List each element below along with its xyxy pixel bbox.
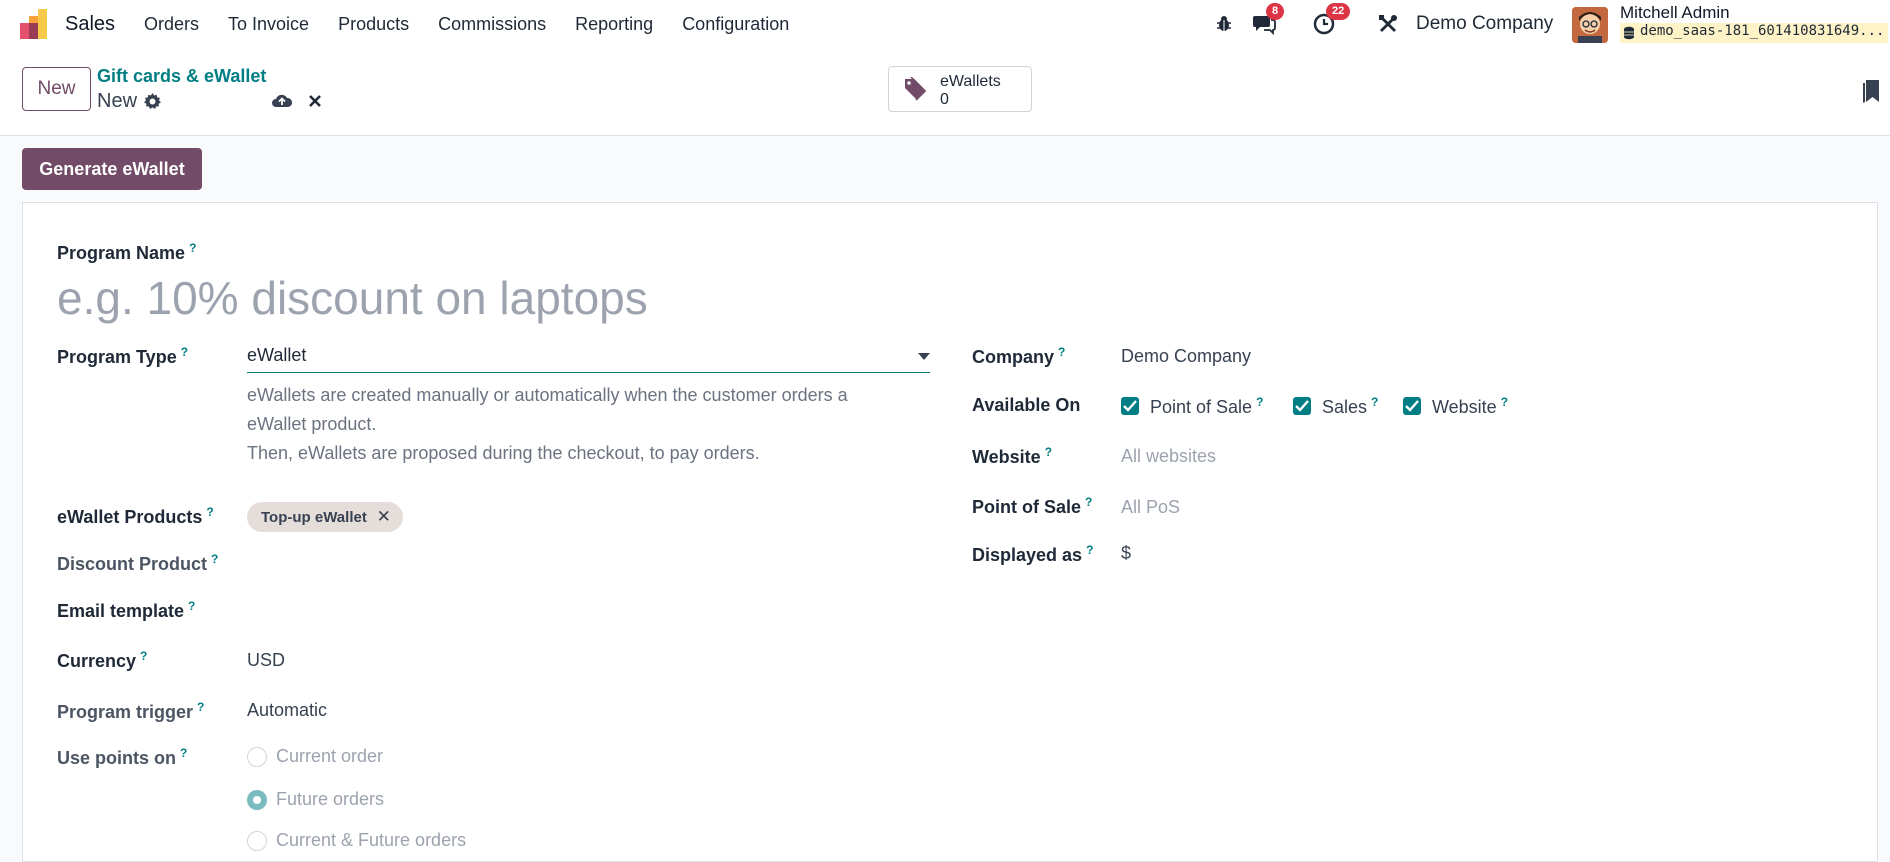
program-type-label: Program Type?: [57, 345, 189, 367]
main-menu: Orders To Invoice Products Commissions R…: [144, 0, 818, 48]
program-type-help-3: Then, eWallets are proposed during the c…: [247, 443, 760, 463]
help-tooltip-icon[interactable]: ?: [188, 599, 195, 613]
radio-current-order-label[interactable]: Current order: [276, 746, 383, 767]
help-tooltip-icon[interactable]: ?: [206, 505, 213, 519]
checkbox-point-of-sale-label[interactable]: Point of Sale?: [1150, 395, 1263, 418]
settings-tools-button[interactable]: [1376, 0, 1400, 48]
ewallet-product-tag[interactable]: Top-up eWallet ✕: [247, 502, 403, 532]
discard-close-icon[interactable]: [308, 94, 322, 108]
ewallet-products-label: eWallet Products?: [57, 505, 214, 527]
help-tooltip-icon[interactable]: ?: [181, 345, 188, 359]
help-tooltip-icon[interactable]: ?: [140, 649, 147, 663]
database-name-text: demo_saas-181_601410831649...: [1640, 23, 1885, 39]
gear-icon[interactable]: [144, 93, 161, 110]
app-name[interactable]: Sales: [65, 13, 115, 36]
help-tooltip-icon[interactable]: ?: [180, 746, 187, 760]
database-name: demo_saas-181_601410831649...: [1620, 23, 1888, 43]
control-panel: New Gift cards & eWallet New eWallets 0: [0, 48, 1890, 136]
company-label: Company?: [972, 345, 1066, 367]
help-tooltip-icon[interactable]: ?: [1256, 395, 1263, 409]
check-icon: [1295, 400, 1309, 412]
point-of-sale-label: Point of Sale?: [972, 495, 1093, 517]
breadcrumb-gift-cards[interactable]: Gift cards & eWallet: [97, 66, 266, 87]
radio-current-order[interactable]: [247, 747, 267, 767]
currency-value[interactable]: USD: [247, 650, 285, 671]
generate-ewallet-button[interactable]: Generate eWallet: [22, 148, 202, 190]
top-navbar: Sales Orders To Invoice Products Commiss…: [0, 0, 1890, 48]
help-tooltip-icon[interactable]: ?: [1045, 445, 1052, 459]
program-type-help-1: eWallets are created manually or automat…: [247, 385, 848, 405]
bug-icon: [1212, 12, 1236, 36]
program-trigger-value[interactable]: Automatic: [247, 700, 327, 721]
company-value[interactable]: Demo Company: [1121, 346, 1251, 367]
radio-future-orders[interactable]: [247, 790, 267, 810]
sales-app-logo[interactable]: [20, 9, 50, 39]
user-name[interactable]: Mitchell Admin: [1620, 3, 1730, 23]
website-input[interactable]: All websites: [1121, 446, 1216, 467]
activities-button[interactable]: 22: [1312, 0, 1351, 48]
checkbox-point-of-sale[interactable]: [1121, 397, 1139, 415]
discount-product-label: Discount Product?: [57, 552, 219, 574]
help-tooltip-icon[interactable]: ?: [1058, 345, 1065, 359]
program-type-help-2: eWallet product.: [247, 414, 377, 434]
user-avatar[interactable]: [1572, 7, 1608, 43]
displayed-as-label: Displayed as?: [972, 543, 1094, 565]
checkbox-website-label[interactable]: Website?: [1432, 395, 1508, 418]
messages-badge: 8: [1266, 3, 1285, 20]
clock-icon: 22: [1312, 3, 1351, 36]
help-tooltip-icon[interactable]: ?: [211, 552, 218, 566]
email-template-label: Email template?: [57, 599, 196, 621]
website-label: Website?: [972, 445, 1053, 467]
save-cloud-icon[interactable]: [271, 92, 293, 110]
bookmarks-icon[interactable]: [1862, 80, 1880, 104]
program-name-label: Program Name?: [57, 241, 197, 263]
menu-commissions[interactable]: Commissions: [438, 14, 546, 35]
program-type-value: eWallet: [247, 345, 307, 365]
displayed-as-value[interactable]: $: [1121, 543, 1131, 564]
smart-button-count: 0: [940, 91, 949, 108]
check-icon: [1123, 400, 1137, 412]
radio-future-orders-label[interactable]: Future orders: [276, 789, 384, 810]
menu-to-invoice[interactable]: To Invoice: [228, 14, 309, 35]
database-icon: [1624, 26, 1634, 40]
activities-badge: 22: [1326, 3, 1351, 20]
menu-reporting[interactable]: Reporting: [575, 14, 653, 35]
form-sheet: Program Name? e.g. 10% discount on lapto…: [22, 202, 1878, 862]
program-trigger-label: Program trigger?: [57, 700, 205, 722]
checkbox-sales[interactable]: [1293, 397, 1311, 415]
chat-icon: 8: [1252, 3, 1285, 36]
program-name-input[interactable]: e.g. 10% discount on laptops: [57, 271, 648, 325]
chevron-down-icon: [918, 353, 930, 360]
available-on-label: Available On: [972, 395, 1081, 415]
tools-icon: [1376, 12, 1400, 36]
checkbox-sales-label[interactable]: Sales?: [1322, 395, 1378, 418]
menu-products[interactable]: Products: [338, 14, 409, 35]
radio-current-future-orders[interactable]: [247, 831, 267, 851]
messages-button[interactable]: 8: [1252, 0, 1285, 48]
help-tooltip-icon[interactable]: ?: [197, 700, 204, 714]
help-tooltip-icon[interactable]: ?: [1086, 543, 1093, 557]
tags-icon: [905, 77, 927, 101]
debug-button[interactable]: [1212, 0, 1236, 48]
ewallets-smart-button[interactable]: eWallets 0: [888, 66, 1032, 112]
company-switcher[interactable]: Demo Company: [1416, 13, 1553, 35]
help-tooltip-icon[interactable]: ?: [189, 241, 196, 255]
checkbox-website[interactable]: [1403, 397, 1421, 415]
remove-tag-icon[interactable]: ✕: [377, 507, 391, 527]
help-tooltip-icon[interactable]: ?: [1371, 395, 1378, 409]
point-of-sale-input[interactable]: All PoS: [1121, 497, 1180, 518]
ewallet-product-tag-label: Top-up eWallet: [261, 508, 367, 526]
check-icon: [1405, 400, 1419, 412]
program-type-select[interactable]: eWallet: [247, 343, 930, 373]
menu-orders[interactable]: Orders: [144, 14, 199, 35]
radio-current-future-orders-label[interactable]: Current & Future orders: [276, 830, 466, 851]
menu-configuration[interactable]: Configuration: [682, 14, 789, 35]
currency-label: Currency?: [57, 649, 148, 671]
smart-button-label: eWallets: [940, 73, 1001, 90]
new-button[interactable]: New: [22, 67, 91, 111]
use-points-label: Use points on?: [57, 746, 188, 768]
record-name: New: [97, 90, 138, 112]
help-tooltip-icon[interactable]: ?: [1085, 495, 1092, 509]
help-tooltip-icon[interactable]: ?: [1501, 395, 1508, 409]
